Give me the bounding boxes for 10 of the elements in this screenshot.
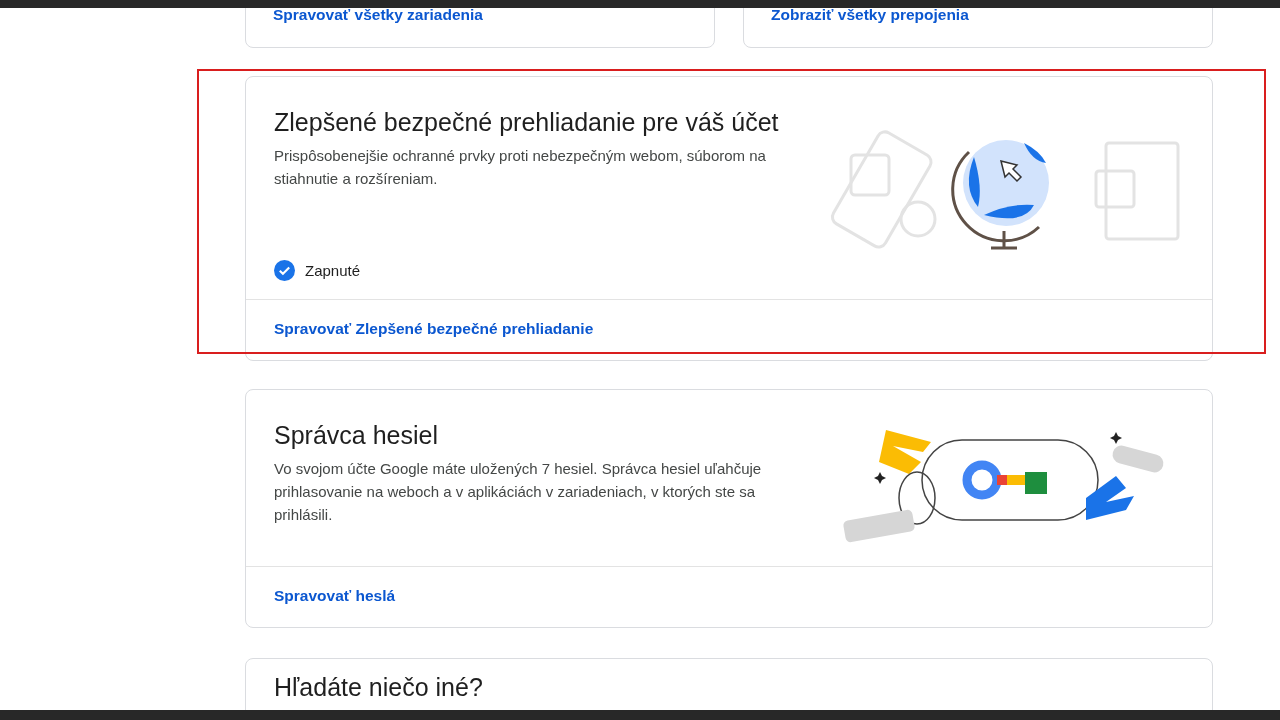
card-link[interactable]: Spravovať Zlepšené bezpečné prehliadanie — [274, 320, 594, 338]
card-description: Vo svojom účte Google máte uložených 7 hesiel. Správca hesiel uľahčuje prihlasovanie na weboch a v aplikáciách v zariadeniach, v ktorých ste sa prihlásili. — [274, 459, 763, 525]
card-title: Hľadáte niečo iné? — [274, 672, 484, 703]
status-label: Zapnuté — [305, 262, 361, 279]
card-link[interactable]: Spravovať heslá — [274, 587, 396, 605]
card-title: Správca hesiel — [274, 420, 439, 451]
card-title: Zlepšené bezpečné prehliadanie pre váš účet — [274, 107, 780, 138]
card-link[interactable]: Spravovať všetky zariadenia — [273, 6, 483, 24]
card-description: Prispôsobenejšie ochranné prvky proti nebezpečným webom, súborom na stiahnutie a rozšíreniam. — [274, 146, 767, 189]
card-link[interactable]: Zobraziť všetky prepojenia — [771, 6, 969, 24]
